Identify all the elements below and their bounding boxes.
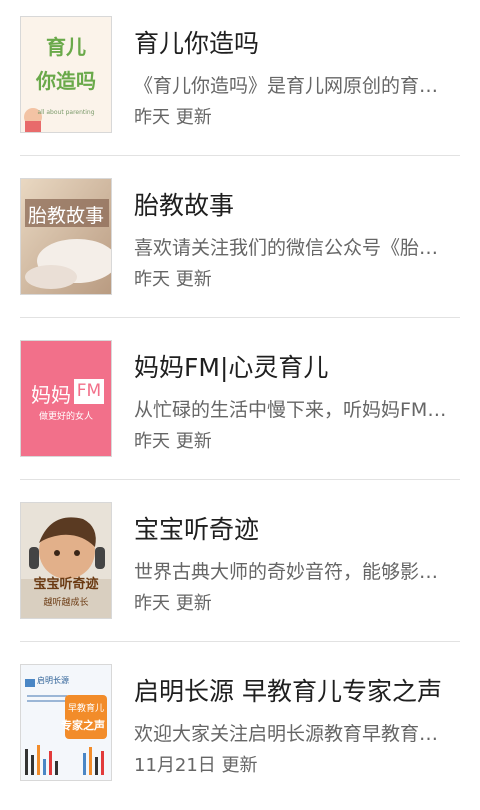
cover-image: 育儿 你造吗 all about parenting [20, 16, 112, 133]
cover-art-icon [21, 179, 111, 294]
item-updated: 昨天 更新 [134, 107, 212, 128]
divider [20, 641, 460, 642]
cover-image: 胎教故事 [20, 178, 112, 295]
divider [20, 317, 460, 318]
list-item[interactable]: 胎教故事 胎教故事 喜欢请关注我们的微信公众号《胎教故事》 昨天 更新 [0, 162, 480, 324]
cover-image: 宝宝听奇迹 越听越成长 [20, 502, 112, 619]
list-item[interactable]: 育儿 你造吗 all about parenting 育儿你造吗 《育儿你造吗》… [0, 0, 480, 162]
cover-text: 宝宝听奇迹 [33, 577, 99, 592]
item-title: 宝宝听奇迹 [134, 515, 260, 544]
item-description: 世界古典大师的奇妙音符，能够影响宝宝 [134, 561, 448, 583]
list-item[interactable]: 启明长源 早教育儿 专家之声 启明长源 早教育儿专家之声 欢迎大家关注启明长源教… [0, 648, 480, 810]
cover-text: 胎教故事 [27, 205, 104, 227]
item-updated: 昨天 更新 [134, 593, 212, 614]
item-description: 从忙碌的生活中慢下来，听妈妈FM心灵育儿 [134, 399, 448, 421]
cover-line2: 专家之声 [61, 719, 105, 732]
cover-sub: 越听越成长 [43, 598, 89, 608]
cover-line1: 早教育儿 [67, 704, 104, 714]
cover-image: 妈妈 FM 做更好的女人 [20, 340, 112, 457]
cover-image: 启明长源 早教育儿 专家之声 [20, 664, 112, 781]
divider [20, 479, 460, 480]
cover-sub: 做更好的女人 [38, 412, 93, 422]
cover-logo: 启明长源 [37, 676, 69, 685]
item-updated: 昨天 更新 [134, 431, 212, 452]
cover-line2: 你造吗 [36, 69, 96, 93]
item-title: 育儿你造吗 [134, 29, 260, 58]
cover-badge: FM [74, 379, 104, 404]
item-description: 欢迎大家关注启明长源教育早教育儿专家之声 [134, 723, 448, 745]
list-item[interactable]: 妈妈 FM 做更好的女人 妈妈FM|心灵育儿 从忙碌的生活中慢下来，听妈妈FM心… [0, 324, 480, 486]
item-title: 胎教故事 [134, 191, 235, 220]
cover-sub: all about parenting [37, 109, 95, 116]
item-title: 启明长源 早教育儿专家之声 [134, 677, 442, 706]
item-description: 喜欢请关注我们的微信公众号《胎教故事》 [134, 237, 448, 259]
item-title: 妈妈FM|心灵育儿 [134, 353, 329, 382]
item-updated: 11月21日 更新 [134, 755, 258, 776]
divider [20, 155, 460, 156]
item-updated: 昨天 更新 [134, 269, 212, 290]
list-item[interactable]: 宝宝听奇迹 越听越成长 宝宝听奇迹 世界古典大师的奇妙音符，能够影响宝宝 昨天 … [0, 486, 480, 648]
cover-main: 妈妈 [31, 383, 71, 407]
item-description: 《育儿你造吗》是育儿网原创的育儿节目 [134, 75, 448, 97]
cover-line1: 育儿 [46, 35, 86, 59]
podcast-list: 育儿 你造吗 all about parenting 育儿你造吗 《育儿你造吗》… [0, 0, 480, 800]
